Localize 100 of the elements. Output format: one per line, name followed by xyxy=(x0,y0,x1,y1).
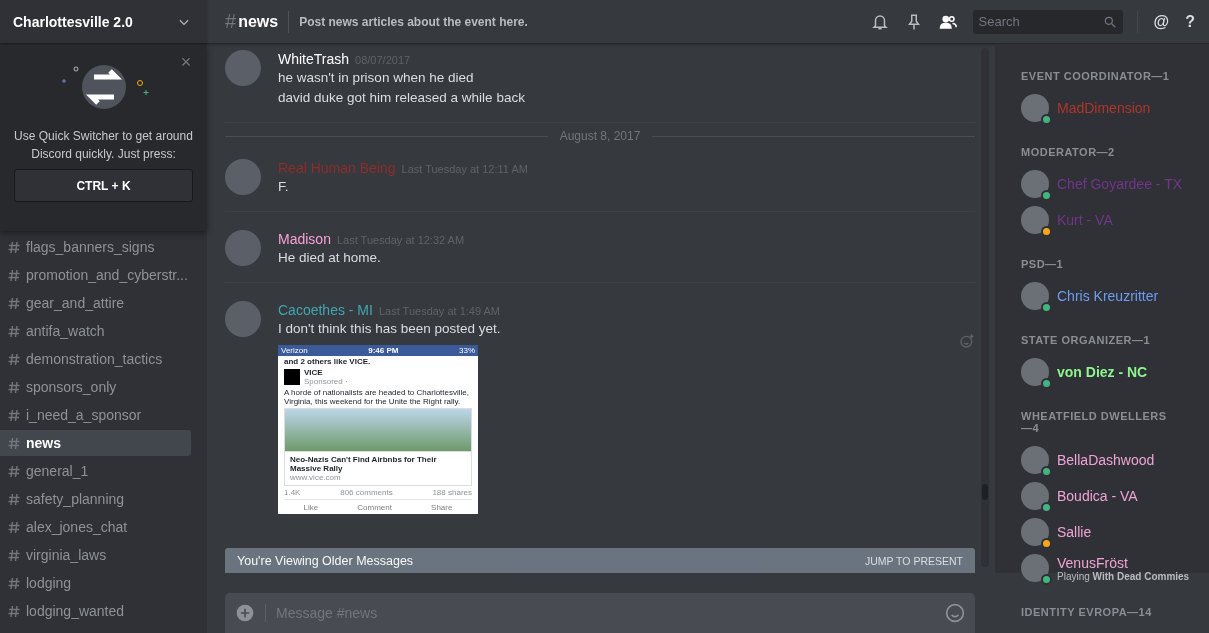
avatar xyxy=(1021,358,1049,386)
reaction-count: 1.4K xyxy=(284,488,301,497)
channel-topic: Post news articles about the event here. xyxy=(299,14,529,29)
channel-hash: # xyxy=(225,10,237,33)
message-author[interactable]: WhiteTrash xyxy=(278,51,350,67)
member-item[interactable]: Chris Kreuzritter xyxy=(1021,278,1203,314)
message-text: F. xyxy=(278,178,290,196)
message-author[interactable]: Cacoethes - MI xyxy=(278,302,373,318)
hash-icon xyxy=(8,576,20,590)
hash-icon xyxy=(8,520,20,534)
avatar xyxy=(1021,282,1049,310)
date-divider: August 8, 2017 xyxy=(559,129,641,143)
article-headline: Neo-Nazis Can't Find Airbnbs for Their Massive Rally xyxy=(290,455,438,473)
member-name: Boudica - VA xyxy=(1057,488,1138,504)
member-name: Chef Goyardee - TX xyxy=(1057,176,1183,192)
hash-icon xyxy=(8,324,20,338)
hash-icon xyxy=(8,268,20,282)
avatar xyxy=(1021,554,1049,582)
older-messages-label: You're Viewing Older Messages xyxy=(237,553,414,568)
member-name: von Diez - NC xyxy=(1057,364,1148,380)
avatar[interactable] xyxy=(225,230,261,266)
channel-name: demonstration_tactics xyxy=(26,351,163,367)
role-heading: MODERATOR—2 xyxy=(1021,146,1116,158)
member-item[interactable]: BellaDashwood xyxy=(1021,442,1203,478)
channel-name: general_1 xyxy=(26,463,89,479)
hash-icon xyxy=(8,240,20,254)
add-reaction-icon xyxy=(959,333,975,349)
server-header[interactable]: Charlottesville 2.0 xyxy=(0,0,207,44)
hash-icon xyxy=(8,548,20,562)
avatar xyxy=(1021,94,1049,122)
hash-icon xyxy=(8,352,20,366)
share-count: 188 shares xyxy=(432,488,472,497)
channel-name: sponsors_only xyxy=(26,379,117,395)
channel-title: news xyxy=(238,12,279,31)
channel-name: safety_planning xyxy=(26,491,125,507)
member-name: Chris Kreuzritter xyxy=(1057,288,1159,304)
member-name: MadDimension xyxy=(1057,100,1151,116)
post-action: Share xyxy=(431,503,453,512)
message-text: He died at home. xyxy=(278,249,382,267)
channel-name: flags_banners_signs xyxy=(26,239,155,255)
channel-name: lodging_wanted xyxy=(26,603,125,619)
shortcut-button[interactable]: CTRL + K xyxy=(14,169,193,202)
message-text: he wasn't in prison when he died xyxy=(278,69,475,87)
avatar xyxy=(1021,446,1049,474)
likes-line: and 2 others like VICE. xyxy=(284,357,372,366)
smiley-icon xyxy=(945,603,965,623)
member-name: Sallie xyxy=(1057,524,1092,540)
avatar xyxy=(1021,518,1049,546)
avatar xyxy=(1021,482,1049,510)
channel-name: virginia_laws xyxy=(26,547,107,563)
post-action: Comment xyxy=(357,503,392,512)
message-author[interactable]: Madison xyxy=(278,231,331,247)
plus-icon xyxy=(235,603,255,623)
avatar xyxy=(1021,206,1049,234)
member-name: Kurt - VA xyxy=(1057,212,1113,228)
member-item[interactable]: Sallie xyxy=(1021,514,1203,550)
scrollbar-thumb[interactable] xyxy=(982,484,988,500)
member-item[interactable]: Boudica - VA xyxy=(1021,478,1203,514)
channel-name: gear_and_attire xyxy=(26,295,125,311)
quick-switcher-hint: Use Quick Switcher to get around Discord quickly. Just press: xyxy=(13,128,194,163)
channel-name: antifa_watch xyxy=(26,323,105,339)
bell-button[interactable] xyxy=(870,12,889,31)
page-name: VICE xyxy=(304,368,324,377)
channel-name: lodging xyxy=(26,575,72,591)
search-field[interactable]: Search xyxy=(972,9,1123,34)
post-text: A horde of nationalists are headed to Charlottesville, Virginia, this weekend for the Unite the Right rally. xyxy=(284,388,470,406)
avatar[interactable] xyxy=(225,301,261,337)
avatar xyxy=(1021,170,1049,198)
server-name: Charlottesville 2.0 xyxy=(13,13,133,30)
hash-icon xyxy=(8,436,20,450)
role-heading: EVENT COORDINATOR—1 xyxy=(1021,70,1171,82)
hash-icon xyxy=(8,296,20,310)
hash-icon xyxy=(8,380,20,394)
member-item[interactable]: von Diez - NC xyxy=(1021,354,1203,390)
channel-name: alex_jones_chat xyxy=(26,519,128,535)
member-name: VenusFröst xyxy=(1057,554,1129,571)
channel-name: news xyxy=(26,435,61,451)
member-activity: Playing With Dead Commies xyxy=(1057,570,1190,582)
hash-icon xyxy=(8,604,20,618)
channel-name: promotion_and_cyberstr... xyxy=(26,267,188,283)
clock-label: 9:46 PM xyxy=(368,346,399,355)
jump-to-present-button[interactable]: JUMP TO PRESENT xyxy=(864,554,963,567)
sponsored-label: Sponsored · xyxy=(304,377,348,386)
search-icon xyxy=(1102,14,1117,29)
role-heading: PSD—1 xyxy=(1021,258,1065,270)
post-action: Like xyxy=(303,503,319,512)
hash-icon xyxy=(8,464,20,478)
bell-icon xyxy=(870,12,889,31)
comment-count: 806 comments xyxy=(340,488,393,497)
mentions-button[interactable]: @ xyxy=(1153,12,1170,31)
member-item[interactable]: VenusFröst Playing With Dead Commies xyxy=(1021,550,1203,586)
page-logo xyxy=(284,369,300,385)
hash-icon xyxy=(8,408,20,422)
avatar[interactable] xyxy=(225,50,261,86)
member-name: BellaDashwood xyxy=(1057,452,1155,468)
avatar[interactable] xyxy=(225,159,261,195)
carrier-label: Verizon xyxy=(281,346,308,355)
battery-label: 33% xyxy=(459,346,475,355)
role-heading: IDENTITY EVROPA—14 xyxy=(1021,606,1153,618)
help-button[interactable]: ? xyxy=(1185,12,1195,31)
